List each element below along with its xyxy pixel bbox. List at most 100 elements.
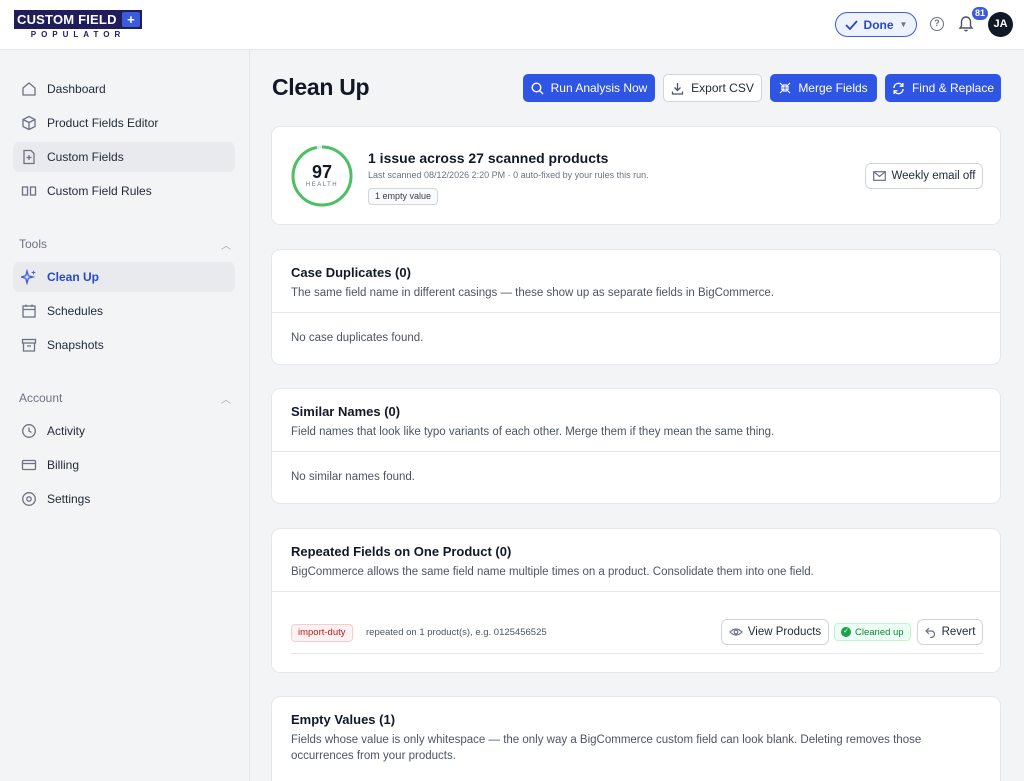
notification-badge: 81 [972,7,989,20]
logo-wordmark: CUSTOM FIELD + [14,10,142,29]
sidebar-item-snapshots[interactable]: Snapshots [13,330,235,360]
repeated-info: repeated on 1 product(s), e.g. 012545652… [366,627,547,638]
section-description: Field names that look like typo variants… [291,426,775,438]
undo-icon [924,627,935,638]
health-score: 97 [311,162,333,182]
divider [272,312,1000,313]
top-bar: CUSTOM FIELD + POPULATOR Done ▼ ? 81 JA [0,0,1024,50]
weekly-email-button[interactable]: Weekly email off [865,163,983,189]
file-plus-icon [20,148,38,166]
empty-values-card: Empty Values (1) Fields whose value is o… [271,696,1001,781]
similar-names-card: Similar Names (0) Field names that look … [271,388,1001,504]
logo-plus-icon: + [122,12,140,27]
merge-icon [779,82,791,94]
summary-title: 1 issue across 27 scanned products [368,150,609,166]
sidebar: Dashboard Product Fields Editor Custom F… [0,50,250,781]
sidebar-item-schedules[interactable]: Schedules [13,296,235,326]
sidebar-item-label: Dashboard [47,82,106,96]
sidebar-item-dashboard[interactable]: Dashboard [13,74,235,104]
rules-icon [20,182,38,200]
view-products-label: View Products [747,626,822,638]
box-icon [20,114,38,132]
sidebar-item-label: Clean Up [47,270,100,284]
sidebar-item-label: Schedules [47,304,104,318]
settings-icon [20,490,38,508]
summary-subtitle: Last scanned 08/12/2026 2:20 PM · 0 auto… [368,170,649,180]
section-description: BigCommerce allows the same field name m… [291,566,814,578]
home-icon [20,80,38,98]
sidebar-section-tools[interactable]: Tools ︿ [19,237,231,252]
section-label: Account [19,391,63,405]
sidebar-item-custom-field-rules[interactable]: Custom Field Rules [13,176,235,206]
download-icon [671,82,684,95]
sidebar-item-label: Product Fields Editor [47,116,159,130]
status-badge: ✓ Cleaned up [834,623,911,641]
bell-icon[interactable] [958,15,974,33]
done-label: Done [863,17,894,32]
section-title: Similar Names (0) [291,404,401,419]
section-description: Fields whose value is only whitespace — … [291,734,922,762]
revert-button[interactable]: Revert [917,619,983,645]
case-duplicates-card: Case Duplicates (0) The same field name … [271,249,1001,365]
section-description: The same field name in different casings… [291,287,775,299]
eye-icon [728,628,743,636]
merge-fields-label: Merge Fields [798,81,868,95]
clock-icon [20,422,38,440]
empty-value-chip[interactable]: 1 empty value [368,188,439,205]
divider [272,591,1000,592]
chevron-up-icon: ︿ [221,241,231,252]
archive-icon [20,336,38,354]
check-circle-icon: ✓ [841,627,851,637]
divider [291,653,983,654]
page-title: Clean Up [272,74,370,100]
check-icon [844,19,858,30]
sidebar-item-activity[interactable]: Activity [13,416,235,446]
export-csv-button[interactable]: Export CSV [663,74,762,102]
find-replace-label: Find & Replace [911,81,995,95]
chevron-down-icon: ▼ [899,20,908,29]
revert-label: Revert [941,626,976,638]
avatar[interactable]: JA [988,12,1013,37]
sidebar-item-label: Billing [47,458,80,472]
credit-card-icon [20,456,38,474]
sidebar-item-custom-fields[interactable]: Custom Fields [13,142,235,172]
sidebar-item-label: Activity [47,424,86,438]
sidebar-item-settings[interactable]: Settings [13,484,235,514]
search-icon [531,81,544,94]
repeated-fields-card: Repeated Fields on One Product (0) BigCo… [271,528,1001,673]
sidebar-section-account[interactable]: Account ︿ [19,391,231,406]
export-csv-label: Export CSV [691,81,754,95]
logo-subtitle: POPULATOR [30,30,126,39]
run-analysis-label: Run Analysis Now [550,81,648,95]
sidebar-item-label: Snapshots [47,338,104,352]
calendar-icon [20,302,38,320]
refresh-icon [893,82,904,94]
section-label: Tools [19,237,48,251]
sidebar-item-label: Settings [47,492,91,506]
chevron-up-icon: ︿ [221,395,231,406]
empty-state: No case duplicates found. [291,332,424,344]
section-title: Empty Values (1) [291,712,396,727]
sidebar-item-label: Custom Field Rules [47,184,152,198]
sidebar-item-label: Custom Fields [47,150,124,164]
empty-state: No similar names found. [291,471,415,483]
run-analysis-button[interactable]: Run Analysis Now [523,74,655,102]
view-products-button[interactable]: View Products [721,619,829,645]
app-logo[interactable]: CUSTOM FIELD + POPULATOR [14,10,142,40]
health-summary-card: 97 HEALTH 1 issue across 27 scanned prod… [271,126,1001,225]
status-label: Cleaned up [855,626,904,638]
help-icon[interactable]: ? [930,17,944,31]
find-replace-button[interactable]: Find & Replace [885,74,1001,102]
health-label: HEALTH [305,182,339,188]
divider [272,451,1000,452]
weekly-email-label: Weekly email off [891,170,976,182]
section-title: Case Duplicates (0) [291,265,411,280]
sidebar-item-billing[interactable]: Billing [13,450,235,480]
sidebar-item-clean-up[interactable]: Clean Up [13,262,235,292]
mail-icon [872,171,886,181]
sparkles-icon [20,268,38,286]
merge-fields-button[interactable]: Merge Fields [770,74,877,102]
field-tag: import-duty [291,624,353,642]
sidebar-item-product-fields-editor[interactable]: Product Fields Editor [13,108,235,138]
done-button[interactable]: Done ▼ [835,12,917,37]
